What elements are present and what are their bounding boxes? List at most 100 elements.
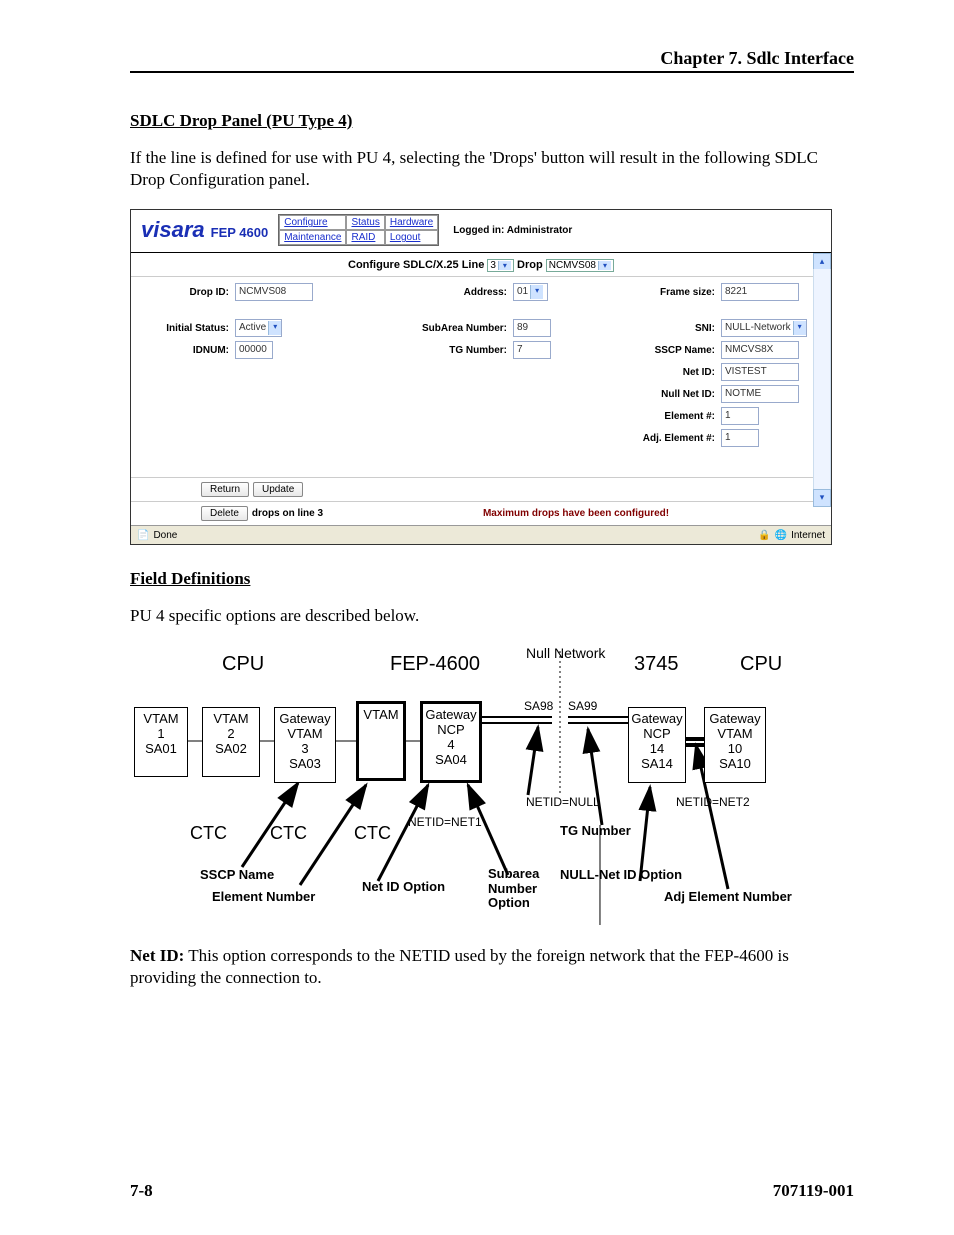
scrollbar-track[interactable] bbox=[813, 269, 831, 491]
sni-value: NULL-Network bbox=[725, 321, 791, 335]
globe-icon: 🌐 bbox=[775, 530, 787, 541]
frame-size-field[interactable]: 8221 bbox=[721, 283, 799, 301]
delete-button[interactable]: Delete bbox=[201, 506, 248, 521]
idnum-field[interactable]: 00000 bbox=[235, 341, 273, 359]
element-label: Element #: bbox=[595, 411, 721, 422]
net-id-label: Net ID: bbox=[595, 367, 721, 378]
nav-logout[interactable]: Logout bbox=[385, 230, 438, 245]
visara-logo: visara FEP 4600 bbox=[141, 217, 268, 243]
chevron-down-icon: ▾ bbox=[498, 261, 511, 270]
box-vtam2: VTAM2SA02 bbox=[202, 707, 260, 777]
chevron-down-icon: ▾ bbox=[268, 321, 281, 335]
label-sa99: SA99 bbox=[568, 699, 597, 713]
ctc-3: CTC bbox=[354, 823, 391, 844]
page-icon: 📄 bbox=[137, 530, 149, 541]
label-netid-net1: NETID=NET1 bbox=[408, 815, 482, 829]
top-nav: Configure Status Hardware Maintenance RA… bbox=[278, 214, 439, 246]
drops-on-line-label: drops on line 3 bbox=[252, 508, 323, 519]
hdr-cpu-right: CPU bbox=[740, 653, 782, 676]
box-gw-ncp4: GatewayNCP4SA04 bbox=[420, 701, 482, 783]
sscp-name-label: SSCP Name: bbox=[595, 345, 721, 356]
callout-netid-option: Net ID Option bbox=[362, 879, 445, 894]
logo-sub: FEP 4600 bbox=[211, 225, 269, 240]
diagram-svg bbox=[130, 645, 830, 925]
max-drops-message: Maximum drops have been configured! bbox=[327, 508, 825, 519]
adj-element-label: Adj. Element #: bbox=[595, 433, 721, 444]
lock-icon: 🔒 bbox=[758, 530, 770, 541]
ctc-1: CTC bbox=[190, 823, 227, 844]
section2-paragraph: PU 4 specific options are described belo… bbox=[130, 605, 854, 627]
drop-select-value: NCMVS08 bbox=[549, 260, 596, 271]
app-screenshot: visara FEP 4600 Configure Status Hardwar… bbox=[130, 209, 832, 545]
box-vtam: VTAM bbox=[356, 701, 406, 781]
initial-status-select[interactable]: Active▾ bbox=[235, 319, 282, 337]
address-value: 01 bbox=[517, 285, 528, 299]
callout-tg-number: TG Number bbox=[560, 823, 631, 838]
hdr-null-network: Null Network bbox=[526, 645, 605, 661]
drop-id-label: Drop ID: bbox=[139, 287, 235, 298]
netid-paragraph: Net ID: This option corresponds to the N… bbox=[130, 945, 854, 989]
chevron-down-icon: ▾ bbox=[530, 285, 543, 299]
label-sa98: SA98 bbox=[524, 699, 553, 713]
logo-main: visara bbox=[141, 217, 205, 243]
section-title-sdlc-drop: SDLC Drop Panel (PU Type 4) bbox=[130, 111, 854, 131]
nav-hardware[interactable]: Hardware bbox=[385, 215, 438, 230]
box-gw-ncp14: GatewayNCP14SA14 bbox=[628, 707, 686, 783]
nav-status[interactable]: Status bbox=[346, 215, 384, 230]
doc-number: 707119-001 bbox=[773, 1181, 854, 1201]
callout-nullnet-option: NULL-Net ID Option bbox=[560, 867, 682, 882]
netid-head: Net ID: bbox=[130, 946, 184, 965]
subarea-field[interactable]: 89 bbox=[513, 319, 551, 337]
browser-statusbar: 📄Done 🔒🌐Internet bbox=[131, 525, 831, 544]
panel-title-pre: Configure SDLC/X.25 Line bbox=[348, 259, 484, 271]
label-netid-null: NETID=NULL bbox=[526, 795, 600, 809]
null-net-id-label: Null Net ID: bbox=[595, 389, 721, 400]
nav-configure[interactable]: Configure bbox=[279, 215, 346, 230]
return-button[interactable]: Return bbox=[201, 482, 249, 497]
label-netid-net2: NETID=NET2 bbox=[676, 795, 750, 809]
hdr-cpu-left: CPU bbox=[222, 653, 264, 676]
box-gw-vtam3: GatewayVTAM3SA03 bbox=[274, 707, 336, 783]
sscp-name-field[interactable]: NMCVS8X bbox=[721, 341, 799, 359]
netid-body: This option corresponds to the NETID use… bbox=[130, 946, 789, 987]
box-gw-vtam10: GatewayVTAM10SA10 bbox=[704, 707, 766, 783]
ctc-2: CTC bbox=[270, 823, 307, 844]
sni-label: SNI: bbox=[595, 323, 721, 334]
nav-raid[interactable]: RAID bbox=[346, 230, 384, 245]
tg-number-label: TG Number: bbox=[367, 345, 513, 356]
chapter-header: Chapter 7. Sdlc Interface bbox=[130, 48, 854, 73]
scroll-down-icon[interactable]: ▾ bbox=[813, 489, 831, 507]
callout-element-number: Element Number bbox=[212, 889, 315, 904]
line-select[interactable]: 3▾ bbox=[487, 259, 514, 272]
idnum-label: IDNUM: bbox=[139, 345, 235, 356]
null-net-id-field[interactable]: NOTME bbox=[721, 385, 799, 403]
adj-element-field[interactable]: 1 bbox=[721, 429, 759, 447]
callout-adj-element: Adj Element Number bbox=[664, 889, 792, 904]
callout-subarea-option: SubareaNumberOption bbox=[488, 867, 539, 910]
hdr-fep4600: FEP-4600 bbox=[390, 653, 480, 676]
address-label: Address: bbox=[367, 287, 513, 298]
initial-status-value: Active bbox=[239, 321, 266, 335]
box-vtam1: VTAM1SA01 bbox=[134, 707, 188, 777]
tg-number-field[interactable]: 7 bbox=[513, 341, 551, 359]
panel-heading: Configure SDLC/X.25 Line 3▾ Drop NCMVS08… bbox=[131, 253, 831, 277]
drop-id-field[interactable]: NCMVS08 bbox=[235, 283, 313, 301]
nav-maintenance[interactable]: Maintenance bbox=[279, 230, 346, 245]
chevron-down-icon: ▾ bbox=[793, 321, 806, 335]
drop-select[interactable]: NCMVS08▾ bbox=[546, 259, 614, 272]
address-select[interactable]: 01▾ bbox=[513, 283, 548, 301]
section1-paragraph: If the line is defined for use with PU 4… bbox=[130, 147, 854, 191]
callout-sscp-name: SSCP Name bbox=[200, 867, 274, 882]
section-title-field-defs: Field Definitions bbox=[130, 569, 854, 589]
sni-select[interactable]: NULL-Network▾ bbox=[721, 319, 807, 337]
chevron-down-icon: ▾ bbox=[598, 261, 611, 270]
subarea-label: SubArea Number: bbox=[367, 323, 513, 334]
status-done: Done bbox=[153, 530, 177, 541]
panel-title-mid: Drop bbox=[517, 259, 543, 271]
hdr-3745: 3745 bbox=[634, 653, 679, 676]
logged-in-label: Logged in: Administrator bbox=[449, 225, 572, 236]
frame-size-label: Frame size: bbox=[595, 287, 721, 298]
net-id-field[interactable]: VISTEST bbox=[721, 363, 799, 381]
element-field[interactable]: 1 bbox=[721, 407, 759, 425]
update-button[interactable]: Update bbox=[253, 482, 303, 497]
